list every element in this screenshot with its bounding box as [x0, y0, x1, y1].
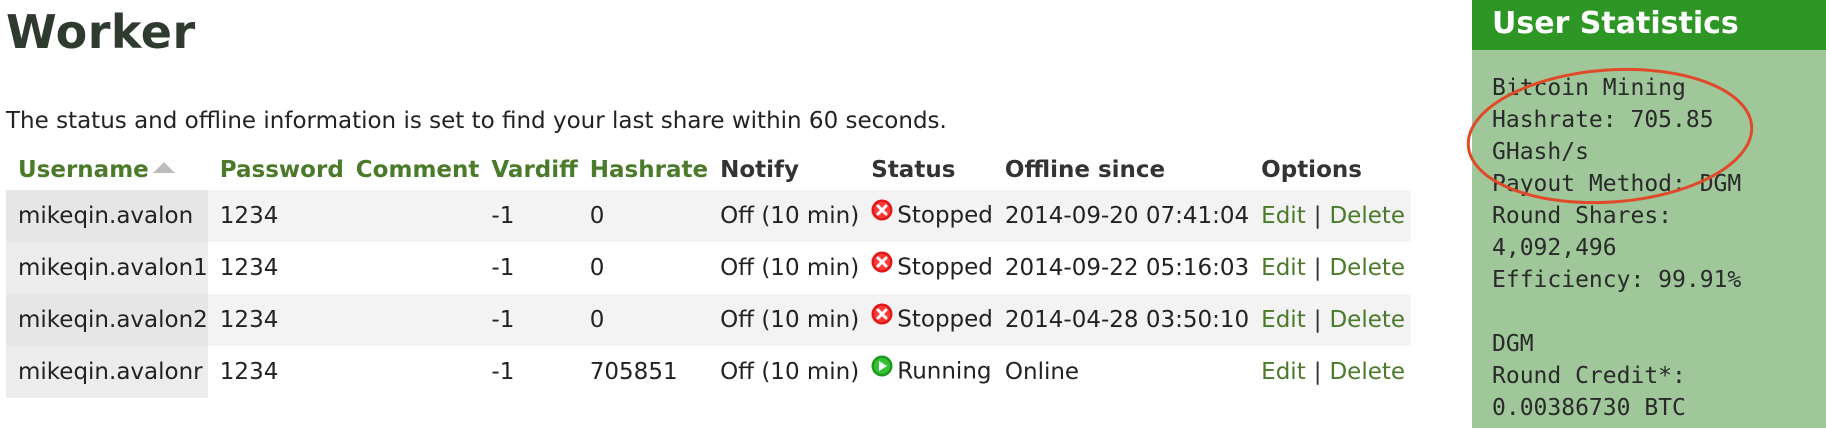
user-statistics-title: User Statistics	[1472, 0, 1826, 50]
main-content: Worker The status and offline informatio…	[0, 0, 1440, 428]
cell-offline-since: 2014-04-28 03:50:10	[992, 294, 1250, 346]
delete-link[interactable]: Delete	[1329, 255, 1405, 281]
cell-options: Edit | Delete	[1249, 294, 1412, 346]
user-statistics-panel: User Statistics Bitcoin Mining Hashrate:…	[1472, 0, 1826, 428]
cell-notify: Off (10 min)	[708, 294, 860, 346]
cell-username: mikeqin.avalon	[6, 190, 208, 242]
stat-spacer	[1492, 296, 1826, 328]
header-options: Options	[1261, 157, 1362, 183]
cell-vardiff: -1	[479, 190, 578, 242]
cell-vardiff: -1	[491, 359, 515, 385]
cell-status: Stopped	[859, 190, 993, 242]
cell-vardiff: -1	[491, 255, 515, 281]
cell-password: 1234	[219, 359, 279, 385]
header-hashrate[interactable]: Hashrate	[578, 150, 708, 190]
running-play-icon	[871, 355, 893, 383]
header-vardiff[interactable]: Vardiff	[479, 150, 577, 190]
table-row: mikeqin.avalon 1234 -1 0 Off (10 min) St…	[6, 190, 1412, 242]
cell-comment	[344, 346, 480, 398]
cell-vardiff: -1	[479, 294, 578, 346]
stat-line: GHash/s	[1492, 139, 1589, 165]
cell-notify: Off (10 min)	[708, 190, 860, 242]
options-separator: |	[1313, 255, 1322, 281]
stat-line: DGM	[1492, 331, 1534, 357]
page-title: Worker	[6, 5, 196, 59]
cell-notify: Off (10 min)	[720, 255, 860, 281]
status-label: Stopped	[897, 254, 993, 281]
stat-line: Payout Method: DGM	[1492, 171, 1742, 197]
table-row: mikeqin.avalon1 1234 -1 0 Off (10 min) S…	[6, 242, 1411, 294]
edit-link[interactable]: Edit	[1261, 203, 1306, 229]
cell-hashrate: 0	[577, 294, 709, 346]
stat-line: Hashrate: 705.85	[1492, 107, 1714, 133]
cell-offline-since: Online	[1004, 359, 1080, 385]
cell-offline-since: 2014-09-22 05:16:03	[1004, 255, 1250, 281]
sort-asc-icon[interactable]	[152, 162, 175, 173]
edit-link[interactable]: Edit	[1261, 255, 1306, 281]
workers-table: Username Password Comment Vardiff Hashra…	[6, 150, 1412, 398]
cell-comment	[343, 190, 480, 242]
header-comment[interactable]: Comment	[344, 150, 480, 190]
stopped-x-icon	[871, 251, 893, 279]
table-row: mikeqin.avalonr 1234 -1 705851 Off (10 m…	[6, 346, 1411, 398]
header-notify: Notify	[720, 157, 800, 183]
cell-username: mikeqin.avalon1	[6, 242, 208, 294]
cell-comment	[344, 242, 480, 294]
cell-options: Edit | Delete	[1249, 346, 1411, 398]
cell-hashrate: 705851	[589, 359, 678, 385]
table-header-row: Username Password Comment Vardiff Hashra…	[6, 150, 1411, 190]
status-info-text: The status and offline information is se…	[6, 108, 947, 134]
stopped-x-icon	[871, 199, 893, 227]
cell-options: Edit | Delete	[1249, 190, 1412, 242]
header-username[interactable]: Username	[6, 150, 208, 190]
cell-notify: Off (10 min)	[720, 359, 860, 385]
user-statistics-body: Bitcoin Mining Hashrate: 705.85 GHash/s …	[1472, 50, 1826, 424]
stat-line: 0.00386730 BTC	[1492, 395, 1686, 421]
cell-status: Stopped	[859, 294, 993, 346]
cell-password: 1234	[207, 190, 344, 242]
cell-password: 1234	[207, 294, 344, 346]
header-password[interactable]: Password	[208, 150, 344, 190]
cell-comment	[343, 294, 480, 346]
header-status: Status	[871, 157, 956, 183]
cell-username: mikeqin.avalon2	[6, 294, 208, 346]
cell-username: mikeqin.avalonr	[6, 346, 208, 398]
delete-link[interactable]: Delete	[1329, 307, 1405, 333]
stat-line: Efficiency: 99.91%	[1492, 267, 1742, 293]
options-separator: |	[1313, 359, 1322, 385]
cell-hashrate: 0	[589, 255, 605, 281]
edit-link[interactable]: Edit	[1261, 359, 1306, 385]
cell-options: Edit | Delete	[1249, 242, 1411, 294]
delete-link[interactable]: Delete	[1329, 359, 1405, 385]
cell-hashrate: 0	[577, 190, 709, 242]
status-label: Stopped	[897, 202, 993, 229]
stat-line: Bitcoin Mining	[1492, 75, 1686, 101]
header-offline-since: Offline since	[1004, 157, 1166, 183]
options-separator: |	[1313, 307, 1322, 333]
stat-line: Round Credit*:	[1492, 363, 1686, 389]
options-separator: |	[1313, 203, 1322, 229]
cell-password: 1234	[219, 255, 279, 281]
stat-line: Round Shares:	[1492, 203, 1673, 229]
cell-status: Stopped	[859, 242, 993, 294]
header-username-label[interactable]: Username	[18, 157, 149, 183]
edit-link[interactable]: Edit	[1261, 307, 1306, 333]
table-row: mikeqin.avalon2 1234 -1 0 Off (10 min) S…	[6, 294, 1412, 346]
delete-link[interactable]: Delete	[1329, 203, 1405, 229]
cell-offline-since: 2014-09-20 07:41:04	[992, 190, 1250, 242]
stat-line: 4,092,496	[1492, 235, 1617, 261]
status-label: Stopped	[897, 306, 993, 333]
stopped-x-icon	[871, 303, 893, 331]
status-label: Running	[897, 358, 992, 385]
cell-status: Running	[859, 346, 993, 398]
